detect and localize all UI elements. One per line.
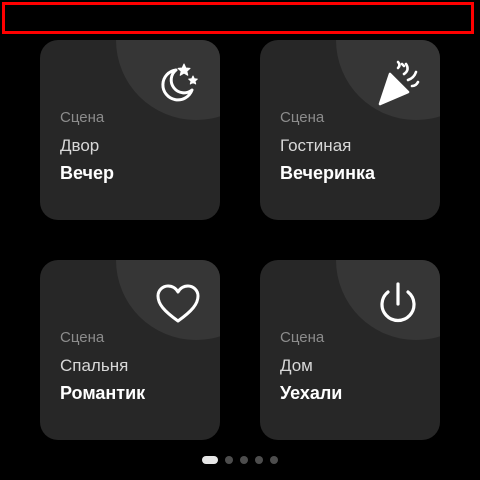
scene-type-label: Сцена (60, 329, 105, 346)
heart-icon (154, 280, 202, 328)
scene-card-romantic[interactable]: Сцена Спальня Романтик (40, 260, 220, 440)
highlighted-header-bar (2, 2, 474, 34)
scene-name-label: Уехали (280, 383, 343, 403)
page-dot[interactable] (270, 456, 278, 464)
room-label: Гостиная (280, 136, 352, 155)
party-popper-icon (374, 60, 422, 108)
room-label: Двор (60, 136, 100, 155)
scene-type-label: Сцена (60, 109, 105, 126)
scene-card-away[interactable]: Сцена Дом Уехали (260, 260, 440, 440)
page-dot[interactable] (240, 456, 248, 464)
room-label: Спальня (60, 356, 129, 375)
power-icon (374, 280, 422, 328)
scene-card-evening[interactable]: Сцена Двор Вечер (40, 40, 220, 220)
scene-type-label: Сцена (280, 329, 325, 346)
scene-name-label: Романтик (60, 383, 146, 403)
scene-type-label: Сцена (280, 109, 325, 126)
page-dot[interactable] (225, 456, 233, 464)
scene-name-label: Вечеринка (280, 163, 375, 183)
page-dot[interactable] (255, 456, 263, 464)
page-indicator[interactable] (0, 455, 480, 465)
scenes-screen: Сцена Двор Вечер Сцена Гостиная Вечеринк… (0, 0, 480, 480)
scene-card-party[interactable]: Сцена Гостиная Вечеринка (260, 40, 440, 220)
page-dot-active[interactable] (202, 456, 218, 464)
moon-stars-icon (154, 60, 202, 108)
room-label: Дом (280, 356, 313, 375)
scene-name-label: Вечер (60, 163, 115, 183)
